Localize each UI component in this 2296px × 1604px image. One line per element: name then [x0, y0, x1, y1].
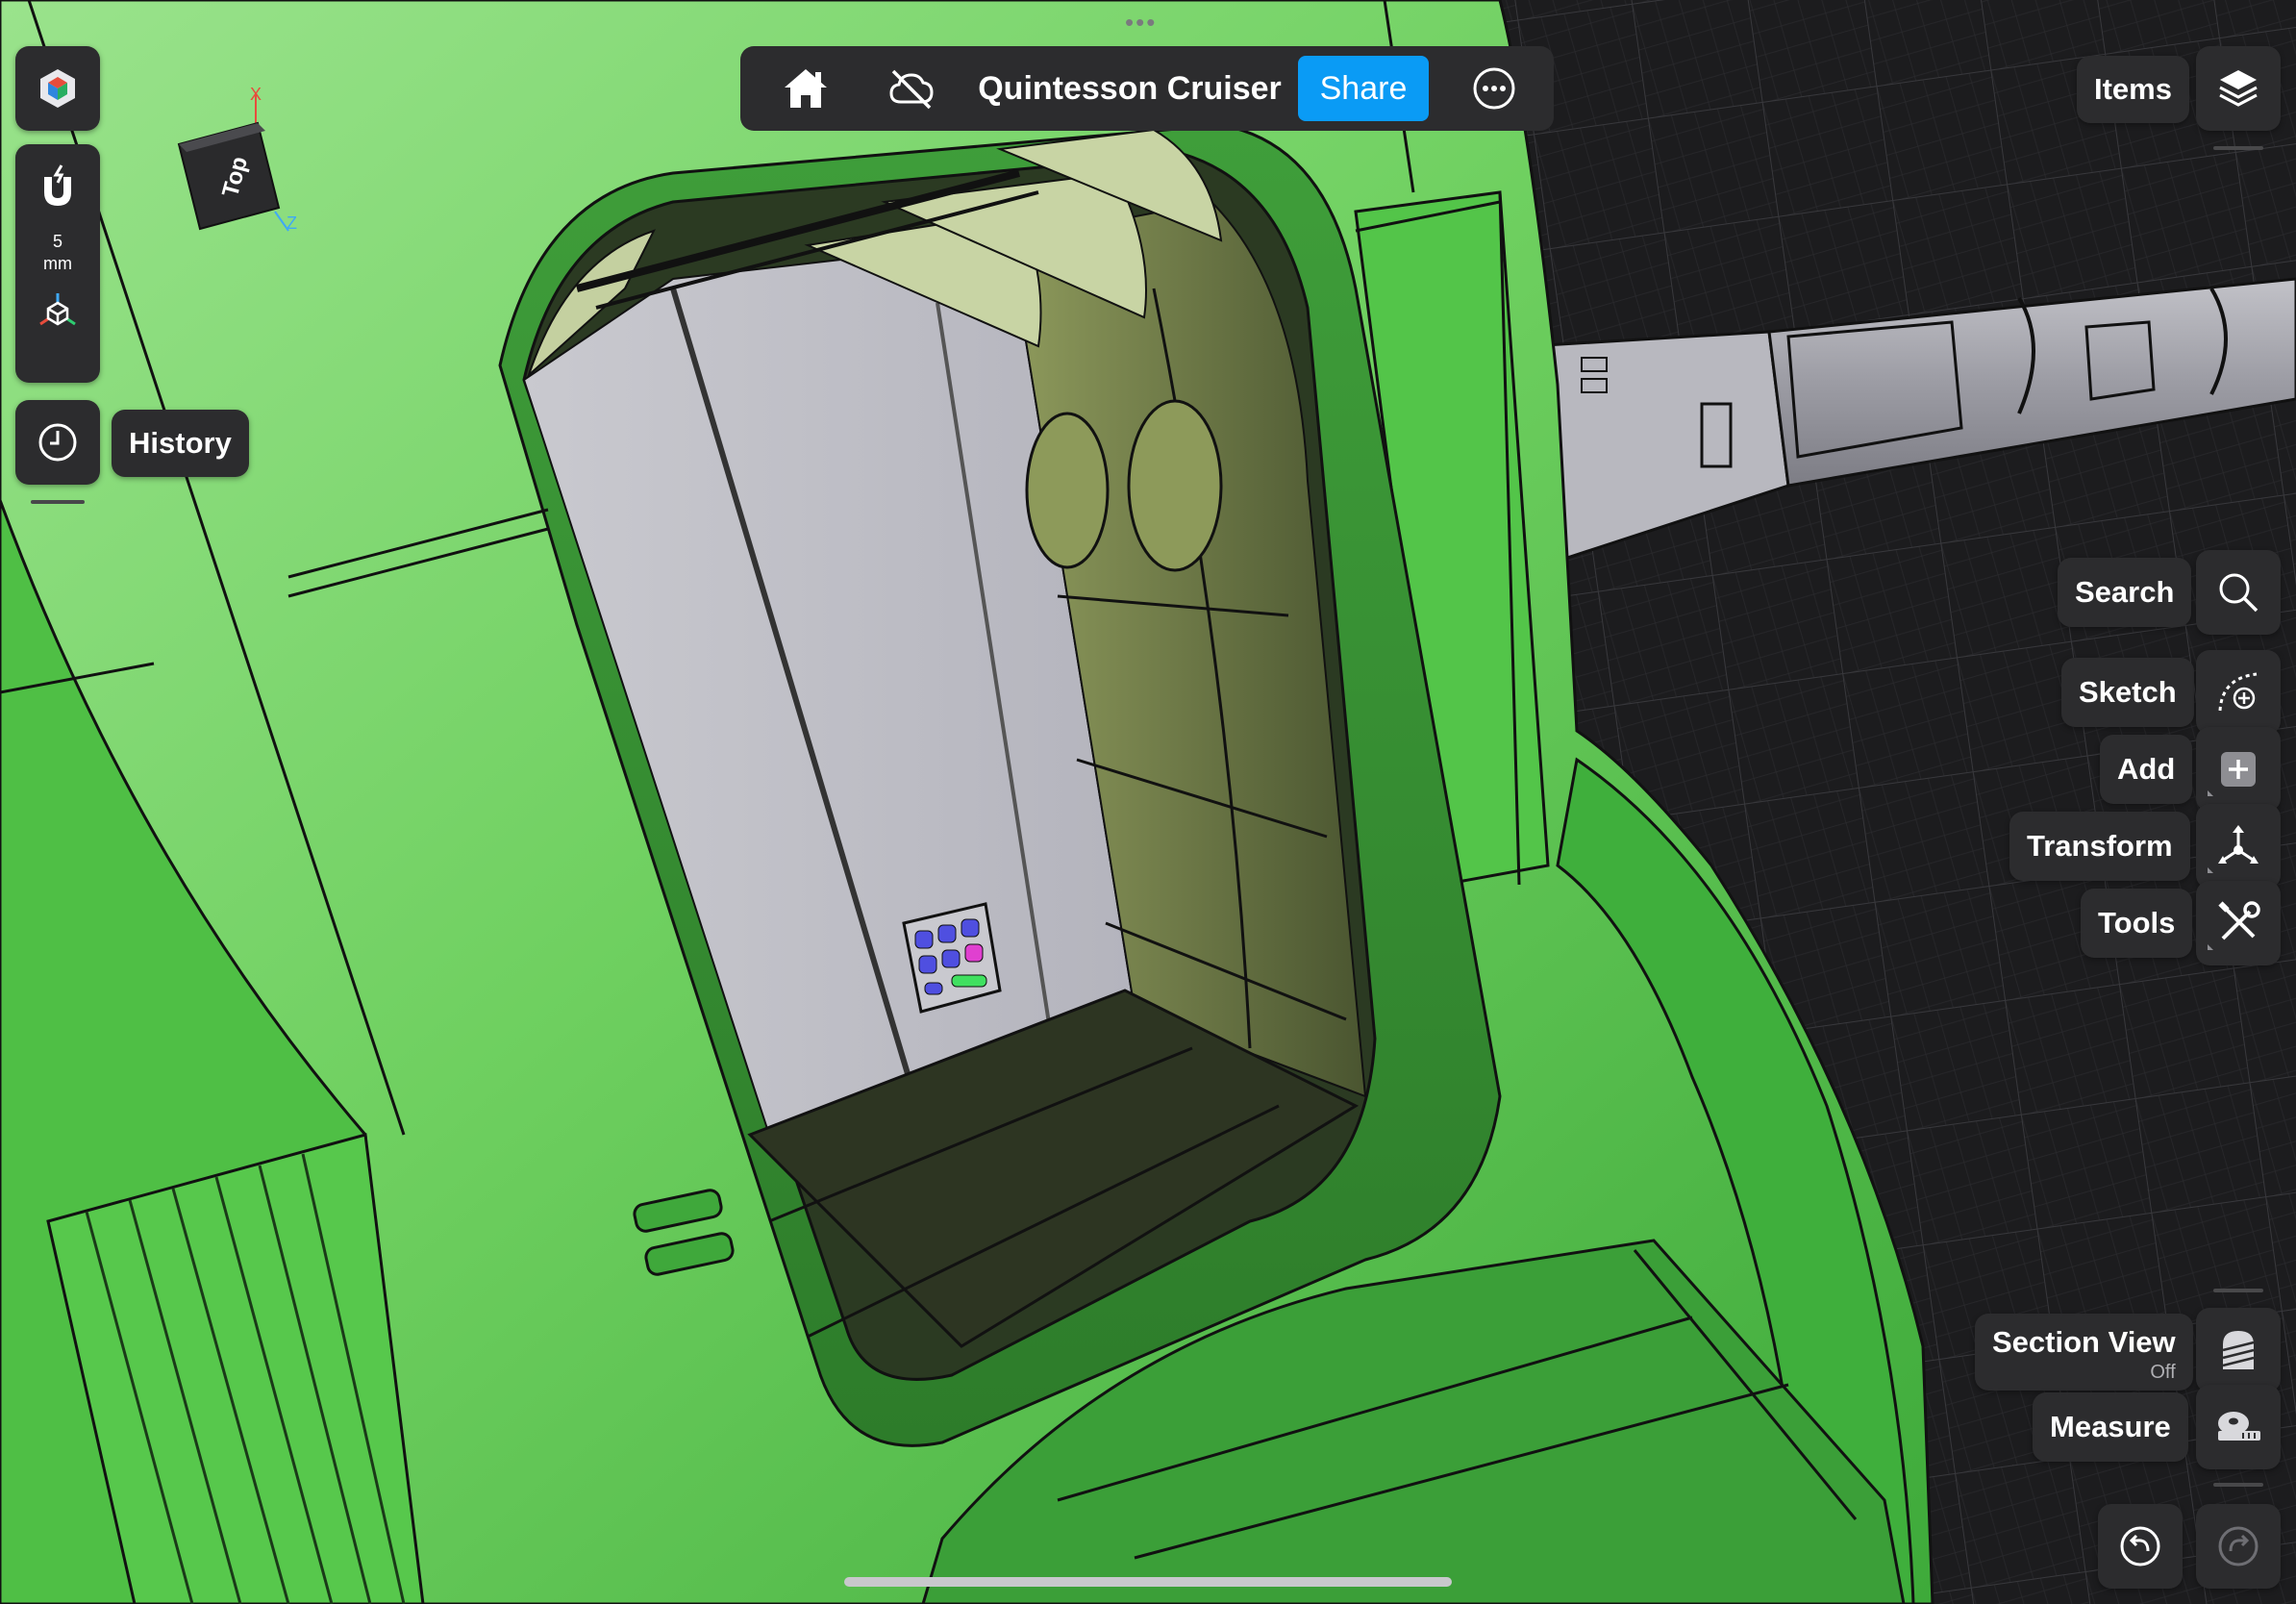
items-label[interactable]: Items — [2077, 56, 2189, 123]
transform-button[interactable] — [2196, 804, 2281, 889]
snap-value[interactable]: 5 — [53, 232, 62, 252]
home-icon — [785, 69, 827, 108]
ellipsis-icon — [1473, 67, 1515, 110]
section-view-title: Section View — [1992, 1324, 2176, 1359]
plus-square-icon — [2221, 752, 2256, 787]
snap-toggle-button[interactable] — [37, 163, 79, 214]
history-button[interactable] — [15, 400, 100, 485]
cloud-sync-button[interactable] — [865, 46, 958, 131]
search-label[interactable]: Search — [2058, 558, 2192, 627]
section-view-icon — [2222, 1331, 2255, 1369]
sketch-label[interactable]: Sketch — [2061, 658, 2194, 727]
section-view-status: Off — [2150, 1361, 2176, 1383]
app-cube-icon — [40, 69, 75, 108]
measure-label[interactable]: Measure — [2033, 1392, 2188, 1462]
undo-icon — [2120, 1526, 2160, 1566]
view-cube[interactable]: Top X Z — [173, 85, 308, 240]
clock-icon — [38, 423, 77, 462]
magnifier-icon — [2219, 573, 2259, 613]
transform-space-button[interactable] — [37, 291, 79, 338]
tools-divider — [2213, 1289, 2263, 1292]
tape-measure-icon — [2218, 1412, 2260, 1441]
left-toolbar-divider — [31, 500, 85, 504]
transform-label[interactable]: Transform — [2009, 812, 2190, 881]
measure-button[interactable] — [2196, 1385, 2281, 1469]
home-button[interactable] — [760, 46, 852, 131]
sketch-button[interactable] — [2196, 650, 2281, 735]
redo-button[interactable] — [2196, 1504, 2281, 1589]
tools-label[interactable]: Tools — [2081, 889, 2193, 958]
cube-axes-icon — [39, 293, 76, 326]
model-viewport[interactable] — [0, 0, 2296, 1604]
transform-corner — [2208, 867, 2213, 873]
history-label[interactable]: History — [112, 410, 249, 477]
sketch-arc-icon — [2218, 672, 2258, 712]
model-keypad — [902, 902, 1002, 1014]
add-corner — [2208, 790, 2213, 796]
section-view-label[interactable]: Section View Off — [1975, 1314, 2193, 1391]
app-button[interactable] — [15, 46, 100, 131]
move-arrows-icon — [2218, 825, 2259, 864]
share-button[interactable]: Share — [1298, 56, 1429, 121]
cloud-off-icon — [889, 69, 934, 110]
window-grabber[interactable]: ••• — [1125, 10, 1157, 35]
measure-divider — [2213, 1483, 2263, 1487]
add-label[interactable]: Add — [2100, 735, 2193, 804]
add-button[interactable] — [2196, 727, 2281, 812]
document-title-text: Quintesson Cruiser — [978, 69, 1282, 107]
section-view-button[interactable] — [2196, 1308, 2281, 1392]
snap-unit: mm — [43, 254, 72, 273]
items-divider — [2213, 146, 2263, 150]
wrench-screwdriver-icon — [2218, 901, 2260, 940]
undo-button[interactable] — [2098, 1504, 2183, 1589]
tools-button[interactable] — [2196, 881, 2281, 965]
layers-icon — [2219, 70, 2258, 107]
more-button[interactable] — [1448, 46, 1540, 131]
items-button[interactable] — [2196, 46, 2281, 131]
view-cube-axis-z: Z — [287, 213, 297, 233]
document-title[interactable]: Quintesson Cruiser — [971, 46, 1288, 131]
tools-corner — [2208, 944, 2213, 950]
view-cube-axis-x: X — [250, 85, 262, 104]
magnet-icon — [44, 164, 71, 206]
redo-icon — [2218, 1526, 2259, 1566]
home-indicator[interactable] — [844, 1577, 1452, 1587]
snap-panel: 5 mm — [15, 144, 100, 383]
top-bar: Quintesson Cruiser Share — [740, 46, 1554, 131]
search-button[interactable] — [2196, 550, 2281, 635]
